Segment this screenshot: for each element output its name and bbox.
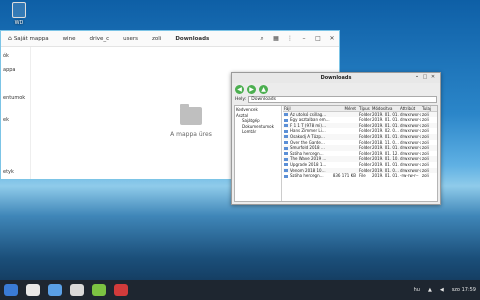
table-cell: 2019. 01. 01. … (372, 173, 400, 179)
col-header[interactable]: Tulaj (421, 106, 433, 111)
col-header[interactable]: Fájl (283, 106, 330, 111)
minimize-icon[interactable]: – (297, 35, 311, 42)
game-icon[interactable] (92, 284, 106, 296)
sidebar-item[interactable]: etyk (3, 169, 14, 175)
folder-icon (284, 152, 288, 156)
folder-icon (284, 141, 288, 145)
toolbar: ◀ ▶ ▲ (232, 83, 440, 95)
language-indicator[interactable]: hu (414, 287, 420, 293)
desktop-drive-icon[interactable]: WD (8, 2, 30, 26)
tree-item[interactable]: Lomtár (236, 129, 280, 135)
col-header[interactable]: Módosítva (372, 106, 400, 111)
maximize-icon[interactable]: □ (421, 74, 429, 81)
empty-state: A mappa üres (161, 104, 221, 138)
app-menu-icon[interactable] (4, 284, 18, 296)
col-header[interactable]: Méret (330, 106, 357, 111)
empty-folder-text: A mappa üres (170, 131, 212, 138)
crumb-home[interactable]: Saját mappa (1, 31, 56, 46)
table-cell: -rw-rw-r-- (400, 173, 419, 179)
folder-icon (284, 146, 288, 150)
folder-icon (180, 104, 202, 125)
breadcrumb: Saját mappa wine drive_c users zoli Down… (1, 31, 339, 47)
table-cell: Szóha hercegn… (283, 173, 330, 179)
col-header[interactable]: Típus (356, 106, 372, 111)
window-title: Downloads – □ ✕ (232, 73, 440, 83)
crumb-wine[interactable]: wine (56, 31, 83, 46)
folder-icon (284, 174, 288, 178)
clock[interactable]: szo 17:59 (452, 287, 476, 293)
table-cell: zoli (422, 173, 429, 179)
back-icon[interactable]: ◀ (235, 84, 244, 94)
usb-drive-icon (12, 2, 26, 18)
folder-icon (284, 157, 288, 161)
files-icon[interactable] (48, 284, 62, 296)
sidebar-item[interactable]: entumok (3, 95, 25, 101)
view-grid-icon[interactable]: ▦ (269, 35, 283, 42)
address-label: Hely: (235, 97, 247, 102)
browser-body: Kedvencek Asztal Sajátgép Dokumentumok L… (234, 105, 438, 202)
sidebar: ók appa entumok ek etyk (1, 47, 31, 179)
table-row[interactable]: Szóha hercegn… 836 171 KB File 2019. 01. 01… (283, 173, 437, 179)
crumb-drive-c[interactable]: drive_c (82, 31, 116, 46)
wine-icon[interactable] (114, 284, 128, 296)
search-icon[interactable]: ⌕ (255, 35, 269, 43)
address-bar: Hely: Downloads (232, 95, 440, 104)
crumb-zoli[interactable]: zoli (145, 31, 168, 46)
minimize-icon[interactable]: – (413, 74, 421, 81)
folder-icon (284, 135, 288, 139)
desktop-icon-label: WD (14, 20, 24, 26)
file-list: Fájl Méret Típus Módosítva Attribút Tula… (283, 106, 437, 201)
sidebar-item[interactable]: ek (3, 117, 9, 123)
system-tray: hu ▲ ◀ szo 17:59 (410, 287, 480, 293)
maximize-icon[interactable]: □ (311, 35, 325, 42)
table-cell: File (359, 173, 366, 179)
folder-icon (284, 124, 288, 128)
browser-icon[interactable] (26, 284, 40, 296)
menu-icon[interactable]: ⋮ (283, 35, 297, 42)
close-icon[interactable]: ✕ (325, 35, 339, 42)
folder-icon (284, 118, 288, 122)
folder-icon (284, 163, 288, 167)
close-icon[interactable]: ✕ (429, 74, 437, 81)
table-cell: 836 171 KB (332, 173, 356, 179)
downloads-window: Downloads – □ ✕ ◀ ▶ ▲ Hely: Downloads Ke… (231, 72, 441, 205)
volume-icon[interactable]: ◀ (440, 287, 444, 293)
folder-icon (284, 113, 288, 117)
folder-icon (284, 169, 288, 173)
up-icon[interactable]: ▲ (259, 84, 268, 94)
address-input[interactable]: Downloads (248, 96, 437, 103)
network-icon[interactable]: ▲ (428, 287, 432, 293)
sidebar-item[interactable]: ók (3, 53, 9, 59)
crumb-users[interactable]: users (116, 31, 145, 46)
col-header[interactable]: Attribút (400, 106, 421, 111)
taskbar: hu ▲ ◀ szo 17:59 (0, 280, 480, 300)
document-icon[interactable] (70, 284, 84, 296)
folder-icon (284, 129, 288, 133)
sidebar-item[interactable]: appa (3, 67, 15, 73)
crumb-downloads[interactable]: Downloads (168, 31, 216, 46)
folder-tree: Kedvencek Asztal Sajátgép Dokumentumok L… (235, 106, 282, 201)
forward-icon[interactable]: ▶ (247, 84, 256, 94)
